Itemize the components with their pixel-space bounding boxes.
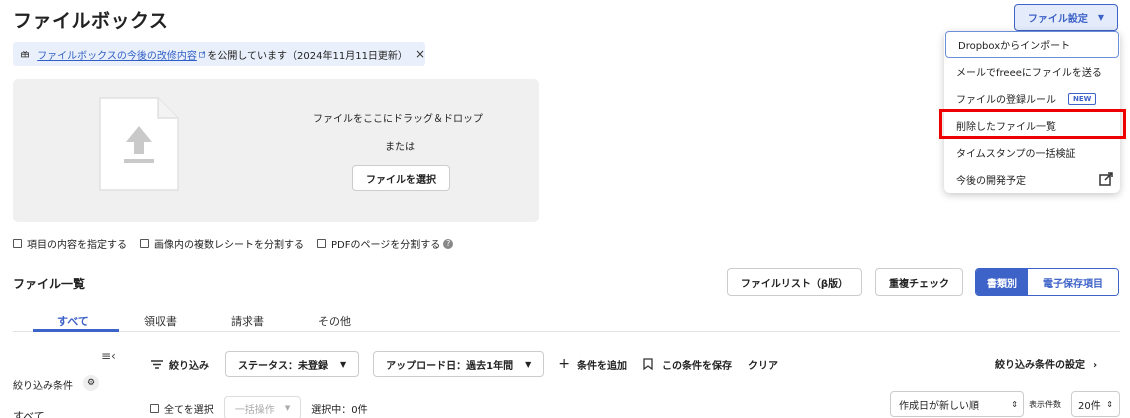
sidebar-item-all[interactable]: すべて xyxy=(13,408,45,418)
menu-item-email-files[interactable]: メールでfreeeにファイルを送る xyxy=(944,58,1120,85)
new-badge: NEW xyxy=(1068,92,1097,105)
filter-bar: 絞り込み ステータス：未登録 ▼ アップロード日：過去1年間 ▼ + 条件を追加 この… xyxy=(150,351,794,377)
view-by-storage-button[interactable]: 電子保存項目 xyxy=(1028,269,1118,295)
notice-text: を公開しています（2024年11月11日更新） xyxy=(207,50,408,62)
tab-all[interactable]: すべて xyxy=(57,313,89,329)
file-settings-button[interactable]: ファイル設定 ▼ xyxy=(1014,4,1118,31)
menu-item-timestamp-verify[interactable]: タイムスタンプの一括検証 xyxy=(944,139,1120,166)
gear-icon[interactable]: ⚙ xyxy=(83,375,99,391)
status-dropdown[interactable]: ステータス：未登録 ▼ xyxy=(225,351,360,377)
option-split-receipts[interactable]: 画像内の複数レシートを分割する xyxy=(140,236,304,251)
select-file-button[interactable]: ファイルを選択 xyxy=(352,165,450,191)
checkbox[interactable] xyxy=(140,239,149,248)
view-toggle: 書類別 電子保存項目 xyxy=(975,268,1119,296)
file-dropzone[interactable]: ファイルをここにドラッグ＆ドロップ または ファイルを選択 xyxy=(13,79,539,222)
menu-item-roadmap[interactable]: 今後の開発予定 xyxy=(944,166,1120,193)
menu-item-registration-rules[interactable]: ファイルの登録ルール NEW xyxy=(944,85,1120,112)
dropzone-or: または xyxy=(385,142,415,153)
chevron-right-icon: › xyxy=(1093,360,1098,371)
chevron-down-icon: ▼ xyxy=(340,359,347,369)
add-condition-button[interactable]: + 条件を追加 xyxy=(558,356,627,372)
dropzone-text: ファイルをここにドラッグ＆ドロップ xyxy=(313,114,483,125)
sort-select[interactable]: 作成日が新しい順 ⇕ xyxy=(890,391,1024,417)
updown-icon: ⇕ xyxy=(1106,399,1113,409)
option-specify-fields[interactable]: 項目の内容を指定する xyxy=(13,236,127,251)
active-tab-indicator xyxy=(33,329,119,332)
plus-icon: + xyxy=(558,356,571,372)
checkbox[interactable] xyxy=(13,239,22,248)
external-link-icon xyxy=(1099,172,1113,186)
collapse-sidebar-icon[interactable]: ≡‹ xyxy=(101,349,116,363)
close-icon[interactable]: × xyxy=(415,47,425,61)
file-list-title: ファイル一覧 xyxy=(13,277,86,291)
tab-invoices[interactable]: 請求書 xyxy=(231,313,264,329)
save-condition-button[interactable]: この条件を保存 xyxy=(643,357,732,372)
per-page-select[interactable]: 20件 ⇕ xyxy=(1071,391,1120,417)
updown-icon: ⇕ xyxy=(1011,399,1018,409)
per-page-label: 表示件数 xyxy=(1029,400,1061,409)
chevron-down-icon: ▼ xyxy=(1097,13,1105,22)
upload-options: 項目の内容を指定する 画像内の複数レシートを分割する PDFのページを分割する? xyxy=(13,236,466,251)
view-by-document-button[interactable]: 書類別 xyxy=(976,269,1028,295)
tab-other[interactable]: その他 xyxy=(318,313,351,329)
tab-receipts[interactable]: 領収書 xyxy=(144,313,177,329)
duplicate-check-button[interactable]: 重複チェック xyxy=(875,268,963,296)
chevron-down-icon: ▼ xyxy=(284,404,291,412)
select-all-label[interactable]: 全てを選択 xyxy=(164,401,214,416)
select-all-checkbox[interactable] xyxy=(150,403,159,413)
document-tabs: すべて 領収書 請求書 その他 xyxy=(13,309,1120,332)
narrow-button[interactable]: 絞り込み xyxy=(150,357,209,372)
roadmap-link[interactable]: ファイルボックスの今後の改修内容 xyxy=(37,47,197,62)
bookmark-icon xyxy=(643,358,653,370)
external-link-icon[interactable] xyxy=(199,49,206,60)
selection-bar: 全てを選択 一括操作 ▼ 選択中：0件 xyxy=(150,396,368,418)
clear-button[interactable]: クリア xyxy=(748,357,778,372)
bulk-action-dropdown[interactable]: 一括操作 ▼ xyxy=(223,396,302,418)
page-title: ファイルボックス xyxy=(13,10,169,32)
file-list-beta-button[interactable]: ファイルリスト（β版） xyxy=(727,268,862,296)
chevron-down-icon: ▼ xyxy=(525,359,532,369)
menu-item-dropbox-import[interactable]: Dropboxからインポート xyxy=(945,31,1119,58)
option-split-pdf[interactable]: PDFのページを分割する? xyxy=(317,236,454,251)
filter-conditions-label: 絞り込み条件 xyxy=(13,381,73,392)
upload-date-dropdown[interactable]: アップロード日：過去1年間 ▼ xyxy=(373,351,545,377)
filter-icon xyxy=(151,359,163,369)
update-notice: ファイルボックスの今後の改修内容 を公開しています（2024年11月11日更新）… xyxy=(13,42,425,66)
gift-icon xyxy=(21,50,30,58)
help-icon[interactable]: ? xyxy=(443,238,454,249)
selected-count: 選択中：0件 xyxy=(311,404,368,416)
highlight-box xyxy=(939,109,1126,139)
checkbox[interactable] xyxy=(317,239,326,248)
filter-settings-link[interactable]: 絞り込み条件の設定 › xyxy=(995,356,1097,371)
upload-file-icon xyxy=(99,97,179,191)
